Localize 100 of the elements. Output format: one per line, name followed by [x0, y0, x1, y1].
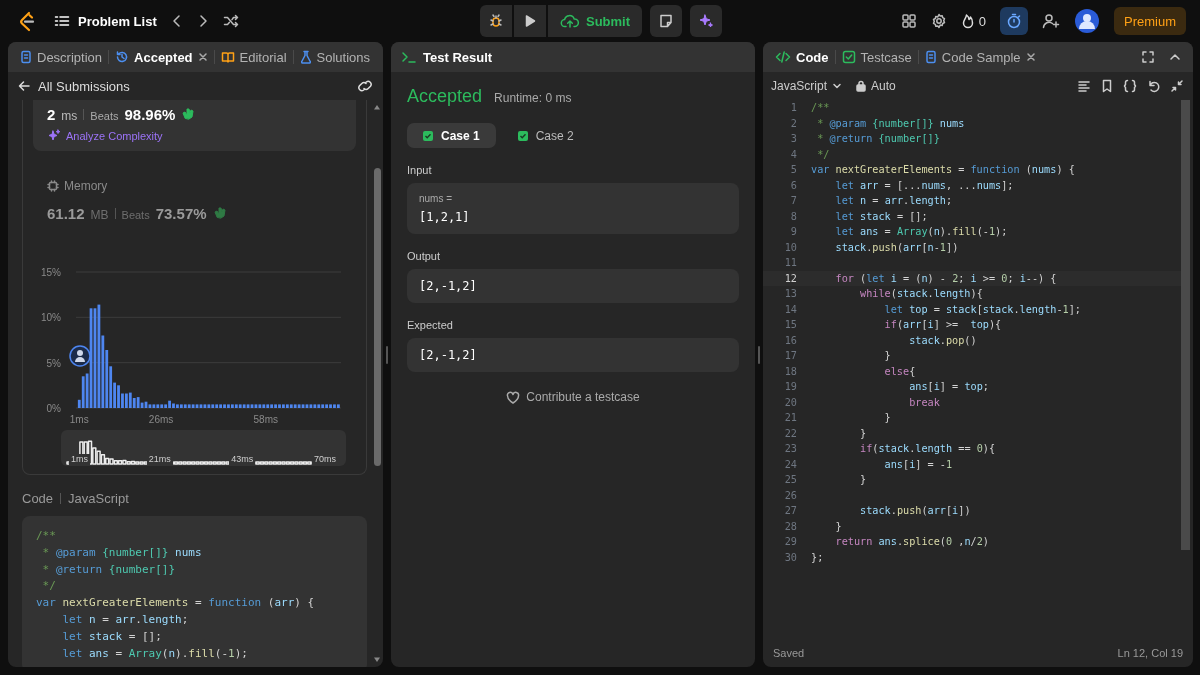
field-label: Input	[407, 164, 433, 176]
shuffle-icon[interactable]	[222, 14, 241, 28]
line-number: 28	[783, 519, 798, 534]
resize-handle[interactable]	[386, 345, 388, 364]
line-number: 13	[783, 287, 798, 301]
timer-button[interactable]	[1000, 7, 1028, 35]
line-number: 17	[783, 349, 798, 363]
result-status: Accepted	[407, 86, 483, 107]
ai-button[interactable]	[690, 5, 723, 37]
line-number: 24	[783, 457, 798, 472]
shrink-icon[interactable]	[1171, 80, 1183, 92]
problem-list-link[interactable]: Problem List	[54, 13, 157, 29]
streak-counter[interactable]: 0	[960, 13, 986, 29]
premium-button[interactable]: Premium	[1114, 7, 1186, 35]
case-tab[interactable]: Case 2	[501, 123, 590, 148]
tab[interactable]: Code	[769, 42, 835, 72]
line-number: 18	[783, 364, 798, 379]
line-number: 5	[789, 163, 798, 177]
code-line: var nextGreaterElements = function (arr) {	[36, 595, 316, 612]
previous-icon[interactable]	[170, 14, 183, 28]
axis-label: 70ms	[311, 454, 338, 465]
flame-icon	[960, 13, 975, 29]
scroll-down-icon[interactable]	[373, 657, 381, 663]
settings-icon[interactable]	[930, 13, 947, 29]
language-label: JavaScript	[68, 491, 129, 506]
code-line: /**	[36, 528, 57, 544]
code-line: }	[859, 426, 867, 441]
scrollbar-thumb[interactable]	[1181, 100, 1190, 550]
axis-label: 0%	[46, 403, 61, 414]
code-line: let ans = Array(n).fill(-1);	[61, 645, 249, 662]
scroll-up-icon[interactable]	[373, 104, 381, 110]
memory-unit: MB	[90, 208, 109, 222]
close-icon[interactable]	[197, 52, 208, 62]
format-icon[interactable]	[1077, 79, 1091, 93]
chevron-down-icon	[832, 81, 843, 91]
mode-selector[interactable]: Auto	[856, 79, 896, 93]
line-number: 21	[783, 411, 798, 425]
line-number: 27	[783, 504, 798, 518]
bug-icon	[487, 13, 504, 29]
contribute-link[interactable]: Contribute a testcase	[407, 390, 739, 404]
history-icon	[115, 50, 130, 64]
line-number: 3	[789, 132, 798, 146]
line-number: 6	[789, 178, 798, 193]
parameter-value: [1,2,1]	[419, 210, 471, 224]
clap-icon	[212, 205, 229, 219]
grid-icon[interactable]	[900, 13, 917, 29]
checkbox-icon	[841, 50, 856, 64]
close-icon[interactable]	[1025, 52, 1036, 62]
tab[interactable]: Code Sample	[918, 42, 1042, 72]
code-line: let arr = [...nums, ...nums];	[834, 178, 1014, 193]
collapse-icon[interactable]	[1169, 51, 1181, 63]
range-navigator[interactable]: 1ms 21ms 43ms 70ms	[61, 430, 346, 466]
code-line: var nextGreaterElements = function (nums) {	[811, 163, 1075, 177]
debug-button[interactable]	[479, 5, 512, 37]
axis-label: 43ms	[229, 454, 256, 465]
note-button[interactable]	[650, 5, 683, 37]
link-icon[interactable]	[357, 79, 373, 93]
fullscreen-icon[interactable]	[1141, 50, 1155, 64]
scrollbar-thumb[interactable]	[373, 168, 381, 466]
expected-value: [2,-1,2]	[407, 338, 739, 372]
beats-label: Beats	[90, 110, 119, 122]
tab[interactable]: Solutions	[293, 42, 376, 72]
note-icon	[658, 13, 675, 29]
line-number: 8	[789, 209, 798, 224]
tab[interactable]: Accepted	[109, 42, 214, 72]
case-tab[interactable]: Case 1	[407, 123, 496, 148]
back-arrow-icon	[18, 80, 30, 92]
language-dropdown[interactable]: JavaScript	[771, 79, 843, 93]
line-number: 15	[783, 318, 798, 332]
analyze-complexity-link[interactable]: Analyze Complexity	[47, 129, 342, 143]
stopwatch-icon	[1006, 13, 1022, 29]
back-link[interactable]: All Submissions	[18, 78, 130, 94]
run-button[interactable]	[513, 5, 546, 37]
code-line: else{	[883, 364, 916, 379]
bookmark-icon[interactable]	[1101, 79, 1113, 93]
cursor-position: Ln 12, Col 19	[1117, 647, 1183, 659]
code-line: * @param {number[]} nums	[816, 116, 965, 131]
undo-icon[interactable]	[1147, 79, 1161, 93]
tab[interactable]: Editorial	[214, 42, 293, 72]
code-line: }	[859, 473, 867, 487]
axis-label: 58ms	[253, 414, 278, 425]
braces-icon[interactable]	[1123, 79, 1137, 93]
avatar-icon[interactable]	[1074, 8, 1100, 34]
line-number: 14	[783, 302, 798, 317]
add-user-icon[interactable]	[1042, 13, 1060, 29]
line-number: 16	[783, 333, 798, 348]
code-line: if(stack.length == 0){	[859, 442, 996, 456]
tab[interactable]: Testcase	[835, 42, 918, 72]
submit-button[interactable]: Submit	[547, 5, 643, 37]
document-icon	[20, 50, 32, 64]
code-line: let stack = [];	[834, 209, 928, 224]
axis-label: 26ms	[148, 414, 174, 425]
tab[interactable]: Description	[14, 42, 109, 72]
code-line: */	[41, 578, 57, 595]
line-number: 20	[783, 395, 798, 410]
runtime-text: Runtime: 0 ms	[494, 91, 572, 105]
flask-icon	[299, 50, 312, 64]
resize-handle[interactable]	[758, 345, 760, 364]
code-line: ans[i] = top;	[908, 380, 989, 394]
line-number: 9	[789, 225, 798, 239]
